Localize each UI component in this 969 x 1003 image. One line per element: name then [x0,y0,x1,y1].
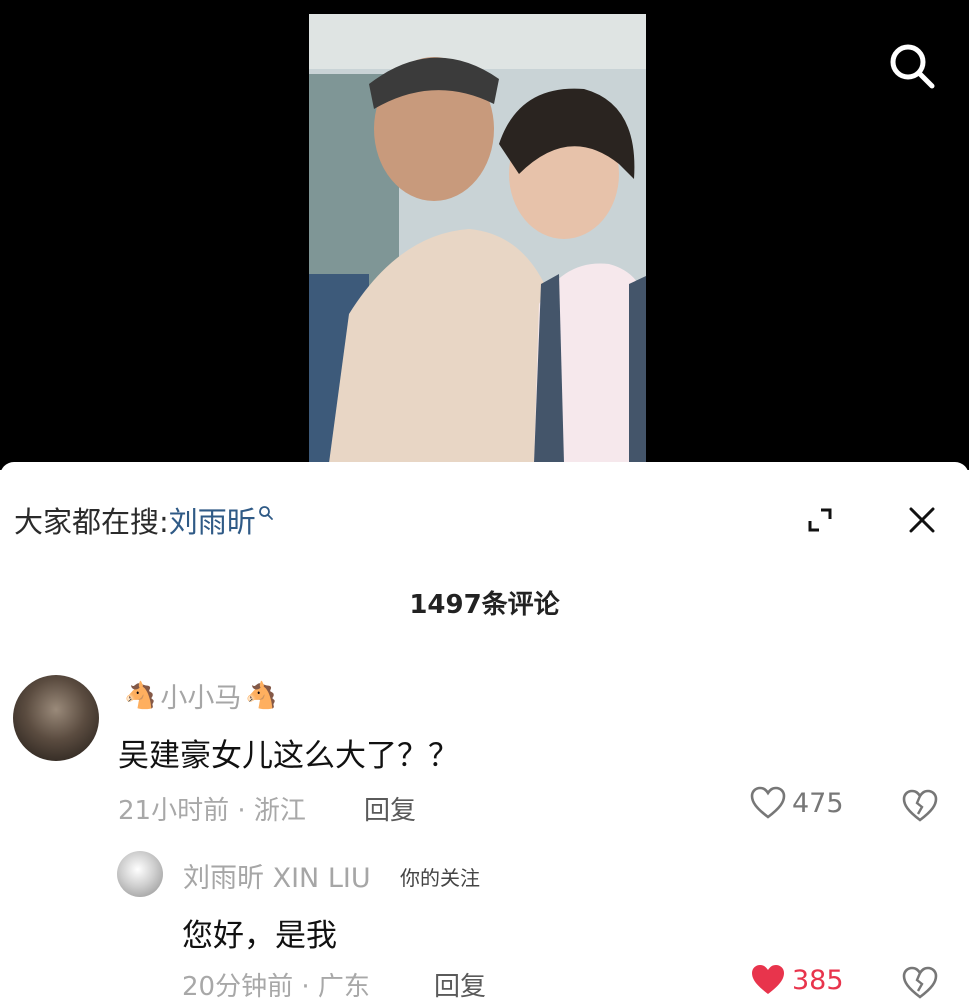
comments-count: 1497条评论 [409,590,560,620]
horse-emoji-icon: 🐴 [245,680,278,711]
search-icon [890,44,935,89]
like-button-liked[interactable]: 385 [750,963,844,997]
reply-button[interactable]: 回复 [434,966,486,1003]
trending-prefix: 大家都在搜: [14,505,169,539]
expand-button[interactable] [800,500,840,540]
trending-search-bar: 大家都在搜: 刘雨昕 [14,500,274,540]
close-icon [909,507,935,533]
close-button[interactable] [900,498,944,542]
like-count: 475 [792,787,844,819]
reply-avatar[interactable] [117,851,163,897]
comment-time-location: 21小时前 · 浙江 [118,796,306,826]
broken-heart-icon [902,966,938,999]
avatar[interactable] [13,675,99,761]
video-photo [309,14,646,463]
search-button[interactable] [884,38,940,94]
expand-icon [808,508,832,532]
reply-time-location: 20分钟前 · 广东 [182,972,370,1002]
comments-sheet [0,462,969,993]
like-button[interactable]: 475 [750,786,844,820]
video-player[interactable] [0,0,969,470]
heart-icon [750,786,786,819]
reply-username[interactable]: 刘雨昕 XIN LIU [183,856,371,895]
reply-button[interactable]: 回复 [364,790,416,827]
heart-icon [752,965,784,994]
dislike-button[interactable] [900,963,940,1003]
following-tag: 你的关注 [400,866,480,890]
dislike-button[interactable] [900,786,940,826]
horse-emoji-icon: 🐴 [124,680,157,711]
like-count: 385 [792,964,844,996]
broken-heart-icon [902,789,938,822]
trending-term-link[interactable]: 刘雨昕 [169,499,256,541]
comment-username[interactable]: 🐴 小小马 🐴 [120,676,282,715]
video-frame [309,14,646,463]
trending-search-icon [258,505,274,535]
reply-text: 您好，是我 [182,918,337,954]
comment-text: 吴建豪女儿这么大了？？ [118,738,459,774]
